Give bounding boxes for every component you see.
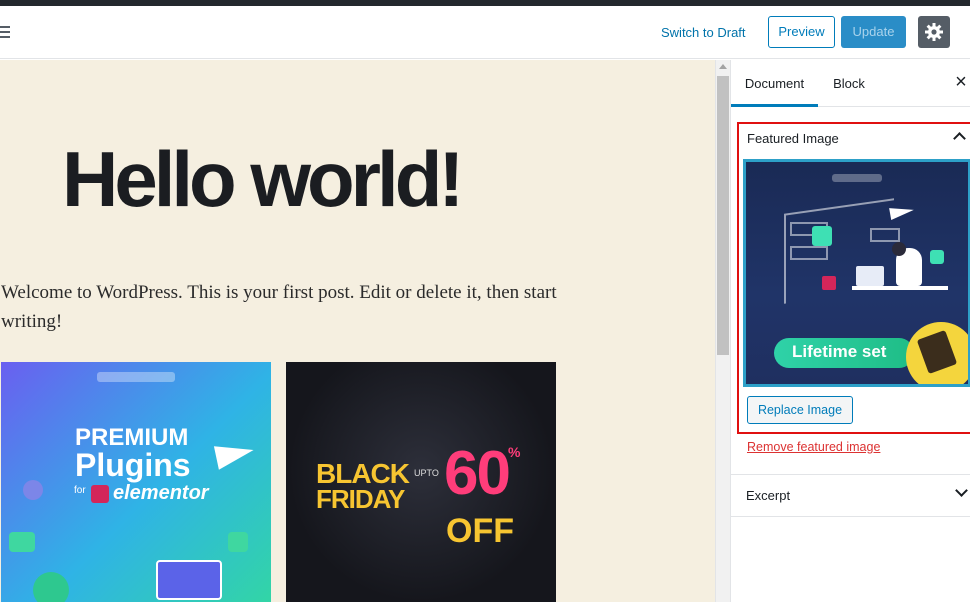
- gear-icon: [33, 572, 69, 602]
- menu-icon[interactable]: [0, 26, 12, 40]
- chevron-down-icon[interactable]: [955, 484, 968, 497]
- featured-image-preview[interactable]: Lifetime set: [743, 159, 970, 387]
- editor-toolbar: Switch to Draft Preview Update: [0, 6, 970, 59]
- settings-sidebar: Document Block × Featured Image Lifetime…: [730, 60, 970, 602]
- post-paragraph[interactable]: Welcome to WordPress. This is your first…: [1, 278, 561, 336]
- paper-plane-icon: [213, 438, 257, 470]
- image-text-plugins: Plugins: [75, 447, 191, 483]
- brand-logo: [97, 372, 175, 382]
- board-row: [870, 228, 900, 242]
- elementor-logo-icon: [822, 276, 836, 290]
- desk-illustration: [852, 286, 948, 290]
- replace-image-button[interactable]: Replace Image: [747, 396, 853, 424]
- gallery-image-premium-plugins[interactable]: PREMIUM Plugins for elementor: [1, 362, 271, 602]
- image-text-percent: %: [508, 444, 521, 460]
- brand-logo: [832, 174, 882, 182]
- featured-image-panel: Featured Image Lifetime set Replace Imag…: [737, 122, 970, 434]
- gear-icon: [925, 23, 943, 41]
- featured-image-heading[interactable]: Featured Image: [747, 131, 839, 146]
- image-text-elementor: elementor: [113, 482, 209, 504]
- scroll-up-arrow-icon[interactable]: [719, 64, 727, 69]
- elementor-logo-icon: [91, 485, 109, 503]
- update-button[interactable]: Update: [841, 16, 906, 48]
- puzzle-icon: [228, 532, 248, 552]
- image-text-upto: UPTO: [414, 468, 439, 478]
- excerpt-heading[interactable]: Excerpt: [746, 488, 790, 503]
- card-illustration: [156, 560, 222, 600]
- person-head: [892, 242, 906, 256]
- gallery-image-black-friday[interactable]: BLACK FRIDAY UPTO 60 % OFF: [286, 362, 556, 602]
- sidebar-tabs: Document Block ×: [731, 60, 970, 107]
- puzzle-icon: [930, 250, 944, 264]
- editor-canvas[interactable]: Hello world! Welcome to WordPress. This …: [0, 60, 715, 602]
- preview-button[interactable]: Preview: [768, 16, 835, 48]
- excerpt-panel[interactable]: Excerpt: [731, 474, 970, 517]
- scrollbar-thumb[interactable]: [717, 76, 729, 355]
- chevron-up-icon[interactable]: [953, 132, 966, 145]
- settings-button[interactable]: [918, 16, 950, 48]
- remove-featured-image-link[interactable]: Remove featured image: [747, 440, 880, 454]
- image-text-for: for: [74, 485, 86, 496]
- image-text-lifetime-set: Lifetime set: [792, 342, 887, 361]
- tab-block[interactable]: Block: [821, 60, 877, 107]
- laptop-icon: [856, 266, 884, 286]
- paper-plane-icon: [889, 204, 915, 220]
- image-text-off: OFF: [446, 512, 514, 550]
- gear-icon: [23, 480, 43, 500]
- tab-document[interactable]: Document: [731, 60, 818, 107]
- canvas-scrollbar[interactable]: [715, 60, 730, 602]
- board-row: [790, 246, 828, 260]
- puzzle-icon: [812, 226, 832, 246]
- switch-to-draft-button[interactable]: Switch to Draft: [661, 25, 746, 40]
- image-text-discount: 60: [444, 439, 511, 508]
- image-text-friday: FRIDAY: [316, 484, 405, 514]
- puzzle-icon: [9, 532, 35, 552]
- post-title[interactable]: Hello world!: [62, 134, 464, 225]
- close-icon[interactable]: ×: [949, 70, 970, 94]
